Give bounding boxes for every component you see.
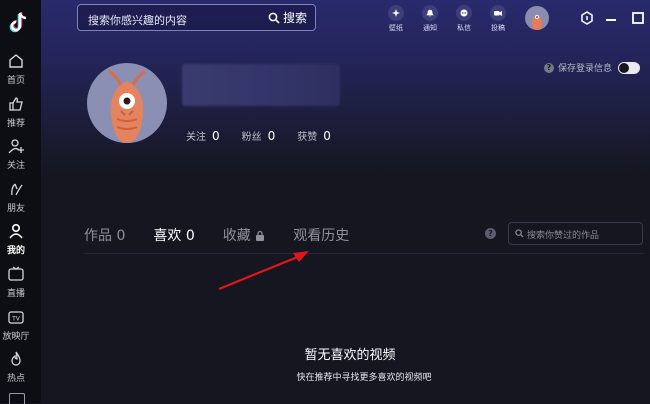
empty-state-subtitle: 快在推荐中寻找更多喜欢的视频吧 [296,373,432,383]
empty-state-title: 暂无喜欢的视频 [304,348,396,363]
annotation-arrow [218,251,309,291]
